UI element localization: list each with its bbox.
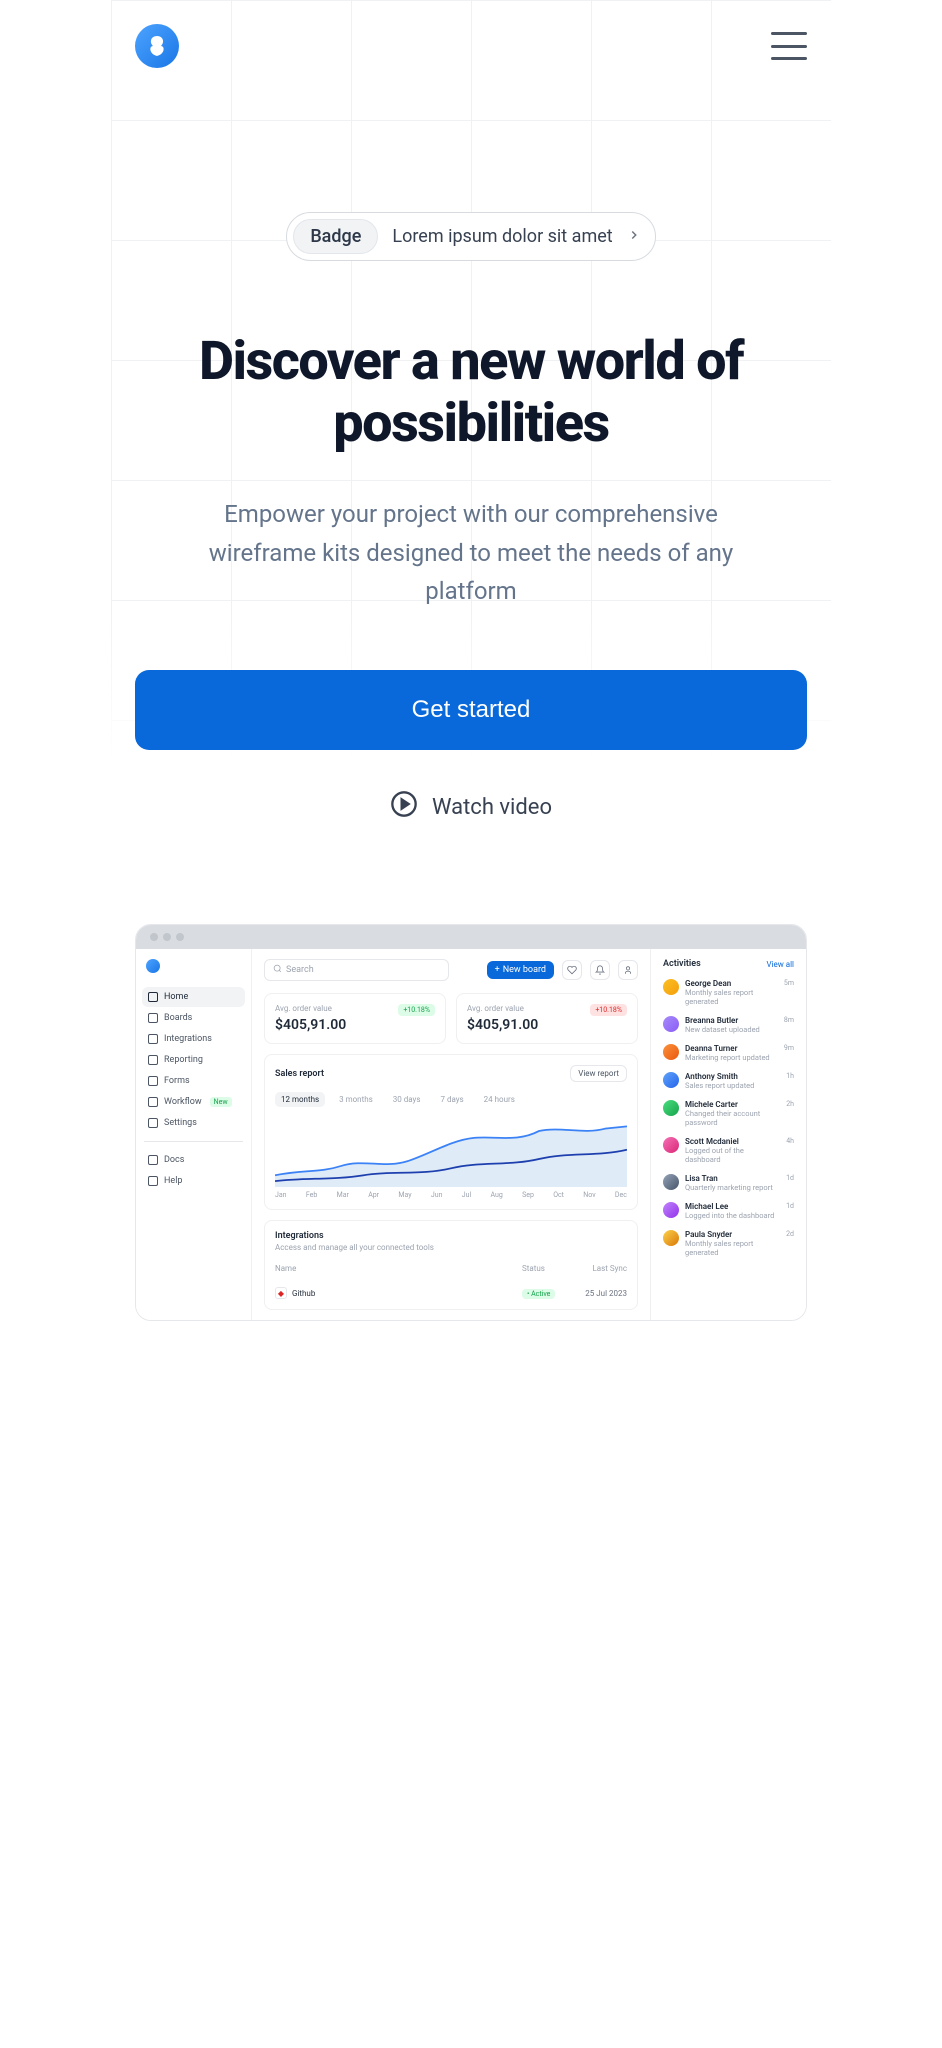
chevron-right-icon — [627, 227, 641, 246]
sidebar-item-help[interactable]: Help — [142, 1171, 245, 1191]
sidebar-item-docs[interactable]: Docs — [142, 1150, 245, 1170]
view-all-link[interactable]: View all — [766, 960, 794, 969]
sidebar-item-boards[interactable]: Boards — [142, 1008, 245, 1028]
sales-report-card: Sales report View report 12 months 3 mon… — [264, 1054, 638, 1210]
activity-item: George DeanMonthly sales report generate… — [663, 979, 794, 1006]
view-report-button[interactable]: View report — [570, 1065, 627, 1082]
activities-panel: Activities View all George DeanMonthly s… — [651, 949, 806, 1320]
activity-item: Breanna ButlerNew dataset uploaded8m — [663, 1016, 794, 1034]
watch-video-button[interactable]: Watch video — [390, 790, 552, 824]
pct-change: +10.18% — [398, 1004, 435, 1016]
hero-title: Discover a new world of possibilities — [135, 331, 807, 455]
new-board-button[interactable]: +New board — [487, 961, 554, 979]
time-tab[interactable]: 24 hours — [478, 1092, 521, 1107]
search-icon — [273, 964, 282, 976]
bell-icon[interactable] — [590, 960, 610, 980]
avatar — [663, 979, 679, 995]
metric-card: +10.18% Avg. order value $405,91.00 — [456, 993, 638, 1044]
badge-label: Badge — [293, 219, 378, 254]
sidebar-item-integrations[interactable]: Integrations — [142, 1029, 245, 1049]
sidebar-item-workflow[interactable]: WorkflowNew — [142, 1092, 245, 1112]
sidebar-item-home[interactable]: Home — [142, 987, 245, 1007]
time-tab[interactable]: 30 days — [387, 1092, 427, 1107]
dashboard-logo — [146, 959, 160, 973]
github-icon: ◆ — [275, 1287, 287, 1299]
activity-item: Scott McdanielLogged out of the dashboar… — [663, 1137, 794, 1164]
window-controls — [136, 925, 806, 949]
report-title: Sales report — [275, 1069, 324, 1079]
time-tab[interactable]: 3 months — [333, 1092, 379, 1107]
avatar — [663, 1044, 679, 1060]
integrations-card: Integrations Access and manage all your … — [264, 1220, 638, 1310]
user-icon[interactable] — [618, 960, 638, 980]
activity-item: Deanna TurnerMarketing report updated9m — [663, 1044, 794, 1062]
avatar — [663, 1016, 679, 1032]
logo[interactable] — [135, 24, 179, 68]
search-input[interactable]: Search — [264, 959, 449, 981]
new-badge: New — [210, 1097, 232, 1107]
avatar — [663, 1072, 679, 1088]
avatar — [663, 1137, 679, 1153]
activity-item: Michele CarterChanged their account pass… — [663, 1100, 794, 1127]
line-chart — [275, 1117, 627, 1187]
sidebar-item-forms[interactable]: Forms — [142, 1071, 245, 1091]
sidebar-item-reporting[interactable]: Reporting — [142, 1050, 245, 1070]
hero-section: Badge Lorem ipsum dolor sit amet Discove… — [111, 92, 831, 864]
status-badge: • Active — [522, 1289, 555, 1299]
sidebar: Home Boards Integrations Reporting Forms… — [136, 949, 251, 1320]
badge-text: Lorem ipsum dolor sit amet — [392, 226, 612, 247]
pct-change: +10.18% — [590, 1004, 627, 1016]
header — [111, 0, 831, 92]
time-tab[interactable]: 7 days — [434, 1092, 469, 1107]
metric-card: +10.18% Avg. order value $405,91.00 — [264, 993, 446, 1044]
activity-item: Lisa TranQuarterly marketing report1d — [663, 1174, 794, 1192]
avatar — [663, 1202, 679, 1218]
integration-row: ◆Github • Active 25 Jul 2023 — [275, 1287, 627, 1299]
sidebar-item-settings[interactable]: Settings — [142, 1113, 245, 1133]
activity-item: Paula SnyderMonthly sales report generat… — [663, 1230, 794, 1257]
get-started-button[interactable]: Get started — [135, 670, 807, 750]
dashboard-preview: Home Boards Integrations Reporting Forms… — [135, 924, 807, 1321]
avatar — [663, 1230, 679, 1246]
avatar — [663, 1174, 679, 1190]
hero-subtitle: Empower your project with our comprehens… — [191, 495, 751, 610]
watch-video-label: Watch video — [432, 795, 552, 820]
play-icon — [390, 790, 418, 824]
activity-item: Michael LeeLogged into the dashboard1d — [663, 1202, 794, 1220]
avatar — [663, 1100, 679, 1116]
time-tab[interactable]: 12 months — [275, 1092, 325, 1107]
activity-item: Anthony SmithSales report updated1h — [663, 1072, 794, 1090]
plus-icon: + — [495, 965, 500, 975]
announcement-badge[interactable]: Badge Lorem ipsum dolor sit amet — [286, 212, 655, 261]
heart-icon[interactable] — [562, 960, 582, 980]
menu-button[interactable] — [771, 32, 807, 60]
